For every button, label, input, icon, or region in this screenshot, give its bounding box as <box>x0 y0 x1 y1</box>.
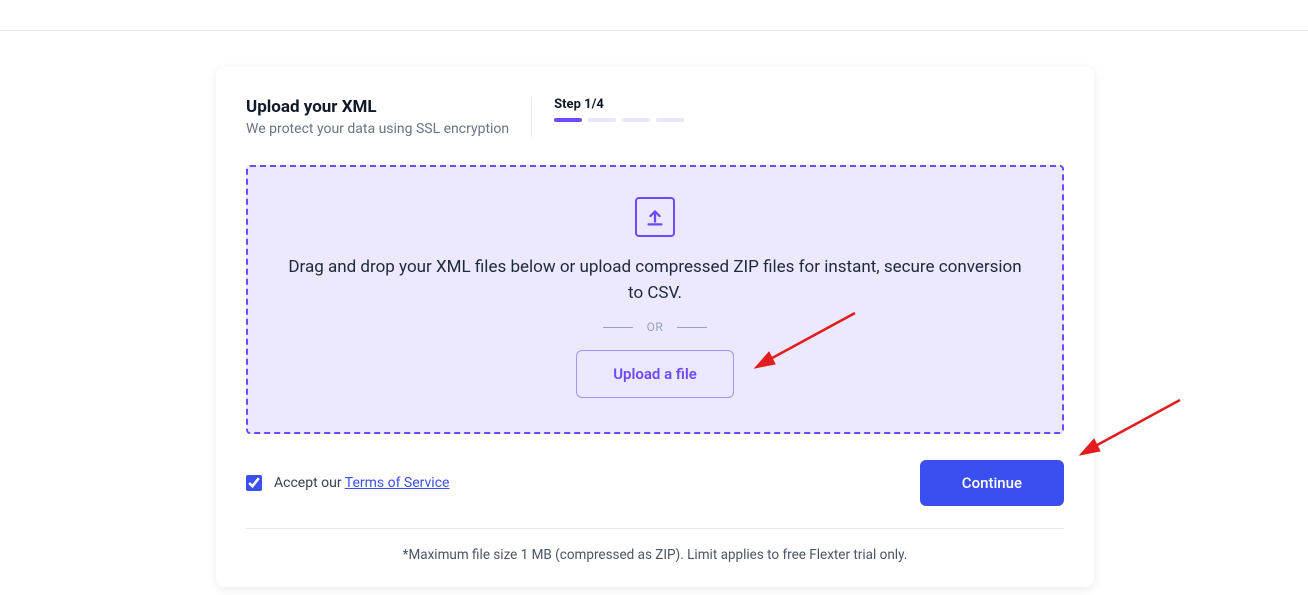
page-title: Upload your XML <box>246 97 509 117</box>
accept-prefix: Accept our <box>274 475 345 491</box>
page-divider <box>0 30 1308 31</box>
upload-icon-wrap <box>288 197 1022 237</box>
header-left: Upload your XML We protect your data usi… <box>246 97 531 137</box>
accept-terms-text: Accept our Terms of Service <box>274 475 449 491</box>
accept-terms-group: Accept our Terms of Service <box>246 475 449 491</box>
accept-terms-checkbox[interactable] <box>246 475 262 491</box>
file-size-disclaimer: *Maximum file size 1 MB (compressed as Z… <box>246 547 1064 563</box>
dropzone-instruction: Drag and drop your XML files below or up… <box>288 255 1022 306</box>
continue-button[interactable]: Continue <box>920 460 1064 506</box>
step-indicator: Step 1/4 <box>554 97 684 122</box>
footer-row: Accept our Terms of Service Continue <box>246 460 1064 529</box>
header-divider <box>531 97 532 137</box>
terms-of-service-link[interactable]: Terms of Service <box>345 475 450 491</box>
upload-tray-icon <box>635 197 675 237</box>
step-bar-2 <box>588 118 616 122</box>
upload-file-button[interactable]: Upload a file <box>576 350 734 398</box>
separator-line-right <box>677 327 707 328</box>
step-bar-3 <box>622 118 650 122</box>
separator-text: OR <box>647 320 664 334</box>
step-bar-1 <box>554 118 582 122</box>
separator-row: OR <box>288 320 1022 334</box>
separator-line-left <box>603 327 633 328</box>
step-bar-4 <box>656 118 684 122</box>
step-progress-bars <box>554 118 684 122</box>
page-subtitle: We protect your data using SSL encryptio… <box>246 121 509 137</box>
step-label: Step 1/4 <box>554 97 684 112</box>
upload-card: Upload your XML We protect your data usi… <box>216 67 1094 587</box>
card-header: Upload your XML We protect your data usi… <box>246 97 1064 137</box>
file-dropzone[interactable]: Drag and drop your XML files below or up… <box>246 165 1064 434</box>
